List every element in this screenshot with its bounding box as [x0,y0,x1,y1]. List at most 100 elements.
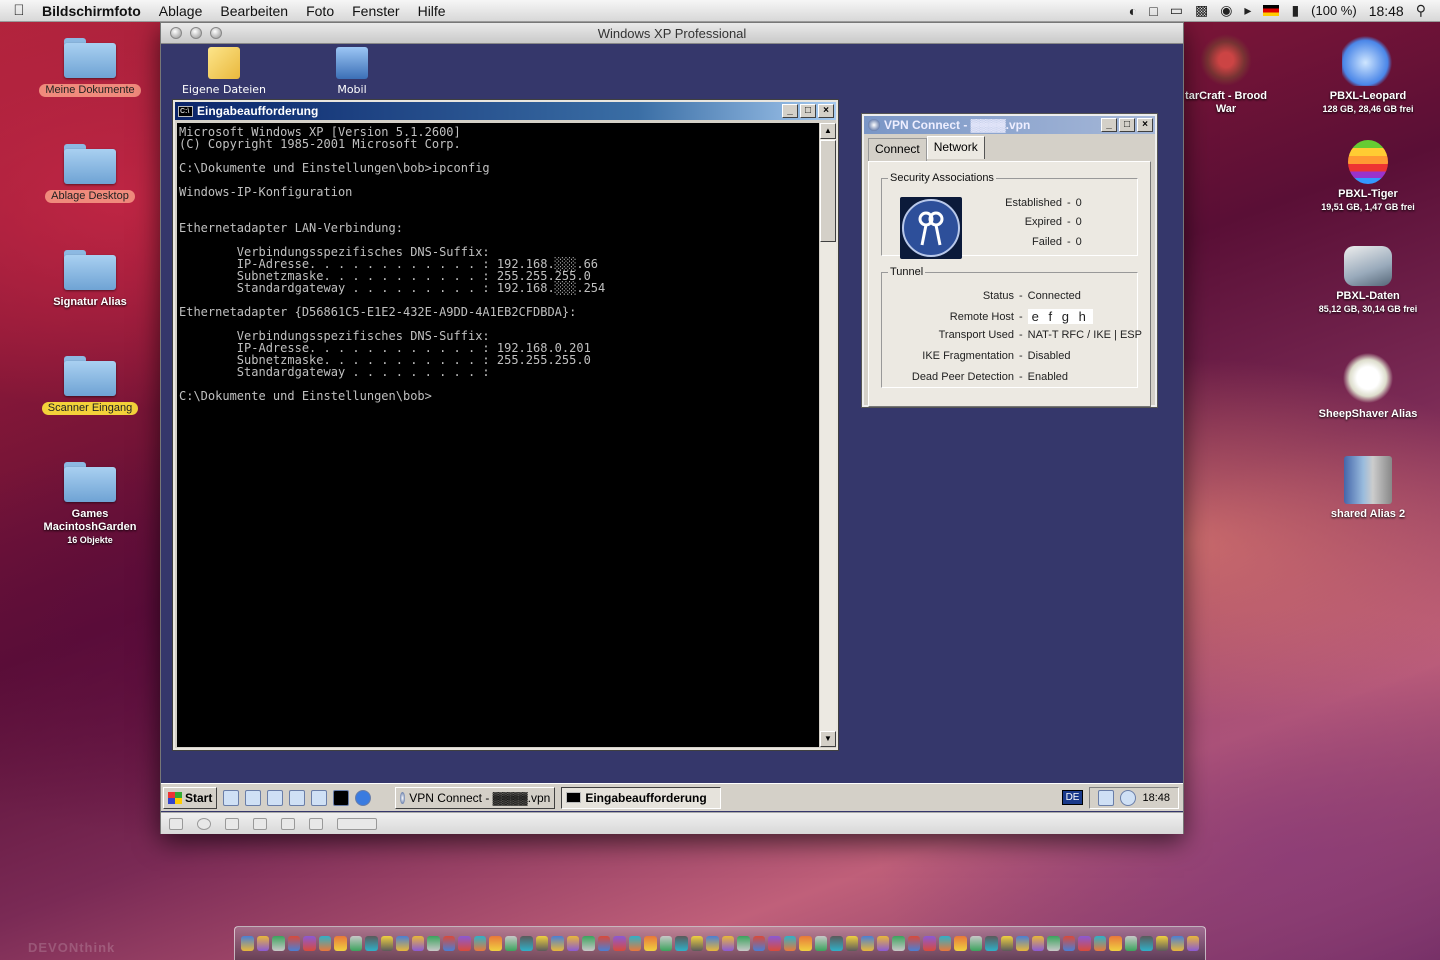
dock-app-icon[interactable] [551,936,564,951]
dock-app-icon[interactable] [272,936,285,951]
desktop-item-sheepshaver[interactable]: SheepShaver Alias [1308,352,1428,421]
dock-app-icon[interactable] [396,936,409,951]
menu-hilfe[interactable]: Hilfe [409,3,455,19]
dock-app-icon[interactable] [582,936,595,951]
dock-app-icon[interactable] [1109,936,1122,951]
dock-app-icon[interactable] [1186,936,1199,951]
menu-foto[interactable]: Foto [297,3,343,19]
dock-app-icon[interactable] [892,936,905,951]
dock-app-icon[interactable] [954,936,967,951]
wifi-icon[interactable]: ◉ [1220,2,1232,19]
desktop-item-signatur-alias[interactable]: Signatur Alias [30,250,150,309]
dock-app-icon[interactable] [241,936,254,951]
close-window-icon[interactable] [170,27,182,39]
dock-app-icon[interactable] [814,936,827,951]
xp-clock[interactable]: 18:48 [1142,792,1170,804]
dock-app-icon[interactable] [1016,936,1029,951]
dock-app-icon[interactable] [520,936,533,951]
close-icon[interactable]: × [1137,118,1153,132]
dock-app-icon[interactable] [923,936,936,951]
scroll-thumb[interactable] [820,140,836,242]
quicklaunch-internet-explorer-icon[interactable] [355,789,372,806]
dock-app-icon[interactable] [1031,936,1044,951]
dock-app-icon[interactable] [845,936,858,951]
maximize-icon[interactable]: □ [800,104,816,118]
dock-app-icon[interactable] [597,936,610,951]
dock-app-icon[interactable] [411,936,424,951]
dock-app-icon[interactable] [830,936,843,951]
dock-app-icon[interactable] [365,936,378,951]
dock-app-icon[interactable] [876,936,889,951]
dock-app-icon[interactable] [1171,936,1184,951]
dock-app-icon[interactable] [535,936,548,951]
console-scrollbar[interactable]: ▲ ▼ [820,123,836,747]
input-source-flag-icon[interactable] [1263,5,1280,16]
dock-app-icon[interactable] [1140,936,1153,951]
dock-app-icon[interactable] [938,936,951,951]
close-icon[interactable]: × [818,104,834,118]
dock-app-icon[interactable] [1000,936,1013,951]
minimize-window-icon[interactable] [190,27,202,39]
network-adapter-icon[interactable] [253,817,267,830]
dock-app-icon[interactable] [349,936,362,951]
menu-bearbeiten[interactable]: Bearbeiten [211,3,297,19]
dock-app-icon[interactable] [458,936,471,951]
dock-app-icon[interactable] [1047,936,1060,951]
quicklaunch-cmd-icon[interactable] [333,789,350,806]
printer-icon[interactable] [309,817,323,830]
xp-icon-mobil[interactable]: Mobil [307,47,397,96]
desktop-item-pbxl-leopard[interactable]: PBXL-Leopard 128 GB, 28,46 GB frei [1308,34,1428,114]
apple-menu-icon[interactable]:  [0,2,38,19]
time-machine-icon[interactable]: ◐ [1129,3,1137,19]
tab-network[interactable]: Network [926,136,985,159]
quicklaunch-notepad-icon[interactable] [267,789,284,806]
quicklaunch-window-icon[interactable] [311,789,328,806]
desktop-item-shared-alias[interactable]: shared Alias 2 [1308,456,1428,521]
display-icon[interactable]: ▭ [1170,2,1183,19]
dock-app-icon[interactable] [644,936,657,951]
dock-app-icon[interactable] [566,936,579,951]
usb-icon[interactable] [281,817,295,830]
desktop-item-meine-dokumente[interactable]: Meine Dokumente [30,38,150,97]
dock-app-icon[interactable] [334,936,347,951]
language-indicator[interactable]: DE [1061,790,1084,805]
cd-drive-icon[interactable] [197,817,211,830]
dock-app-icon[interactable] [628,936,641,951]
shared-folders-icon[interactable] [337,817,377,830]
desktop-item-games[interactable]: Games MacintoshGarden 16 Objekte [30,462,150,545]
spotlight-search-icon[interactable]: ⚲ [1416,2,1426,19]
dock-app-icon[interactable] [969,936,982,951]
dock-app-icon[interactable] [489,936,502,951]
dock-app-icon[interactable] [1062,936,1075,951]
dock-app-icon[interactable] [752,936,765,951]
dock-app-icon[interactable] [318,936,331,951]
dock-app-icon[interactable] [504,936,517,951]
desktop-item-starcraft[interactable]: tarCraft - Brood War [1168,34,1284,116]
dock-app-icon[interactable] [768,936,781,951]
cmd-titlebar[interactable]: C:\ Eingabeaufforderung _ □ × [175,102,836,120]
dock-app-icon[interactable] [427,936,440,951]
quicklaunch-file-icon[interactable] [289,789,306,806]
dock-app-icon[interactable] [287,936,300,951]
hard-disk-icon[interactable] [169,817,183,830]
dock-app-icon[interactable] [1155,936,1168,951]
task-eingabeaufforderung[interactable]: Eingabeaufforderung [561,786,722,809]
quicklaunch-network-icon[interactable] [245,789,262,806]
dock-app-icon[interactable] [783,936,796,951]
screen-sharing-icon[interactable]: □ [1149,3,1157,19]
tab-connect[interactable]: Connect [868,138,927,161]
volume-icon[interactable]: ▸ [1244,2,1251,19]
dock-app-icon[interactable] [1124,936,1137,951]
battery-icon[interactable]: ▮ [1291,2,1299,19]
menu-ablage[interactable]: Ablage [150,3,212,19]
minimize-icon[interactable]: _ [782,104,798,118]
scroll-up-icon[interactable]: ▲ [820,123,836,139]
desktop-item-scanner-eingang[interactable]: Scanner Eingang [30,356,150,415]
dock-app-icon[interactable] [659,936,672,951]
desktop-item-pbxl-tiger[interactable]: PBXL-Tiger 19,51 GB, 1,47 GB frei [1308,140,1428,212]
minimize-icon[interactable]: _ [1101,118,1117,132]
dock-app-icon[interactable] [799,936,812,951]
dock-app-icon[interactable] [690,936,703,951]
menu-fenster[interactable]: Fenster [343,3,408,19]
vpn-titlebar[interactable]: VPN Connect - ▓▓▓▓.vpn _ □ × [864,116,1155,134]
